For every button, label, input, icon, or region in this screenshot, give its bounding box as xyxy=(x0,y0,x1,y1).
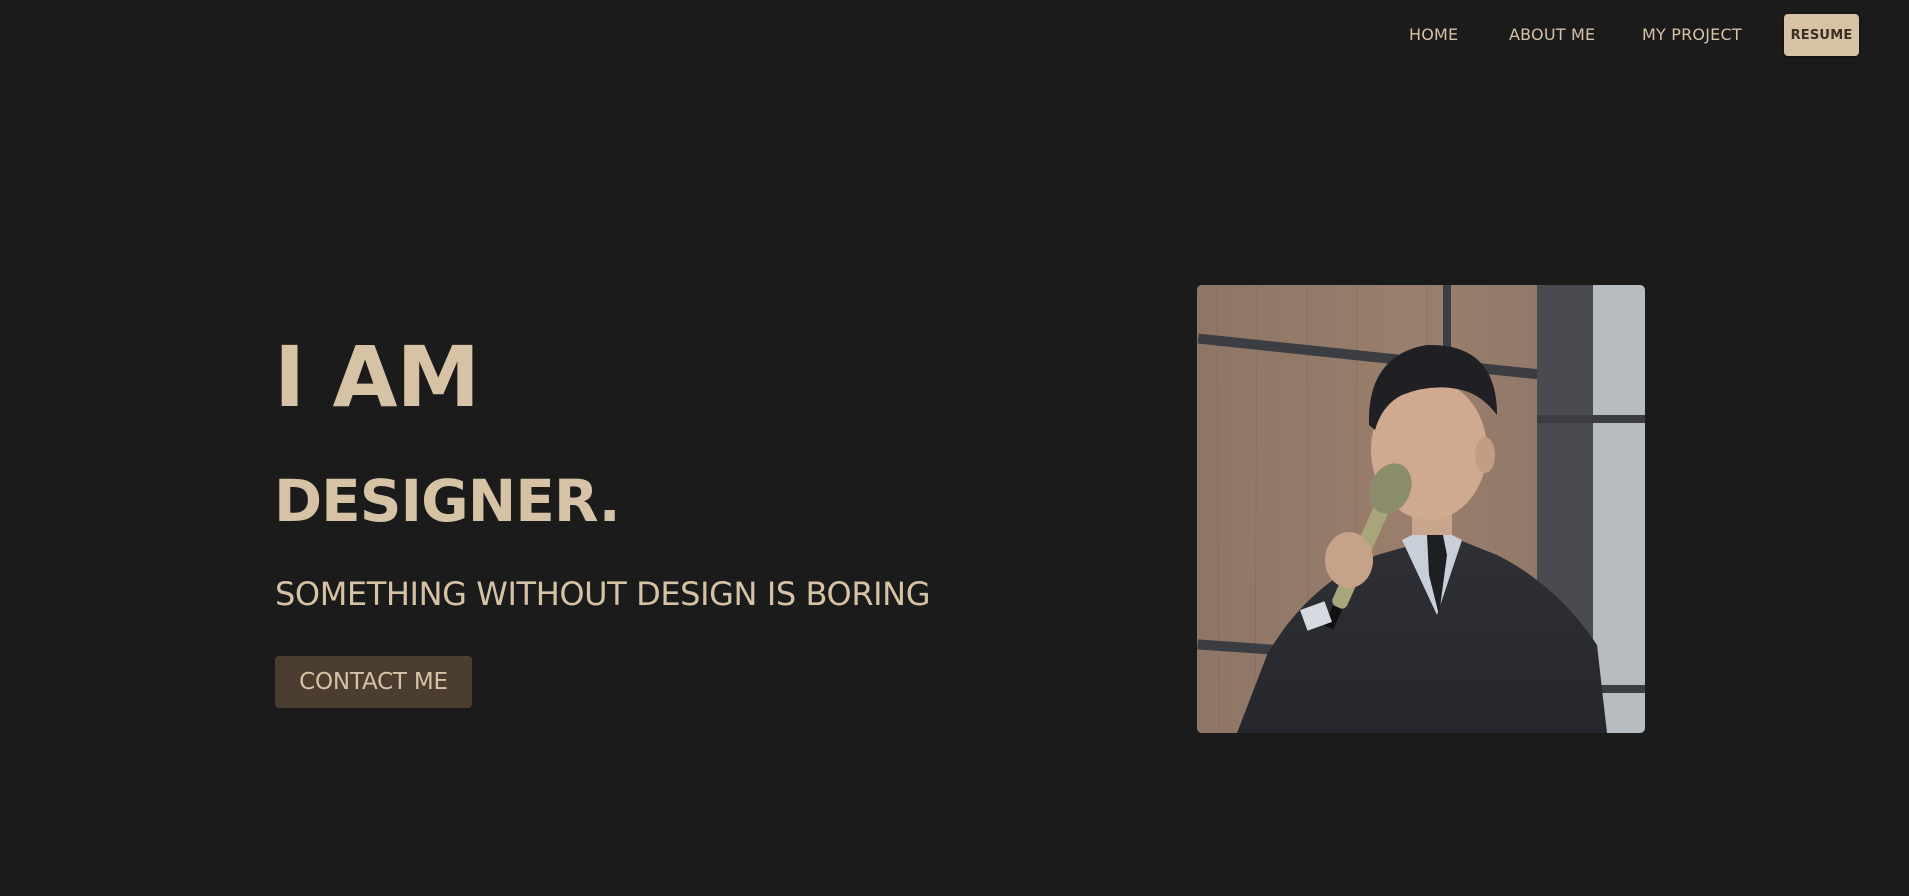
resume-button[interactable]: RESUME xyxy=(1784,14,1859,56)
portfolio-page: HOME ABOUT ME MY PROJECT RESUME I AM DES… xyxy=(0,0,1909,896)
nav-about-link[interactable]: ABOUT ME xyxy=(1509,25,1595,44)
nav-project-link[interactable]: MY PROJECT xyxy=(1642,25,1742,44)
nav-home-link[interactable]: HOME xyxy=(1409,25,1458,44)
hero-tagline: SOMETHING WITHOUT DESIGN IS BORING xyxy=(275,575,931,613)
hero-title: I AM xyxy=(274,328,480,426)
contact-me-button[interactable]: CONTACT ME xyxy=(275,656,472,708)
hero-role: DESIGNER. xyxy=(274,467,621,535)
profile-photo xyxy=(1197,285,1645,733)
